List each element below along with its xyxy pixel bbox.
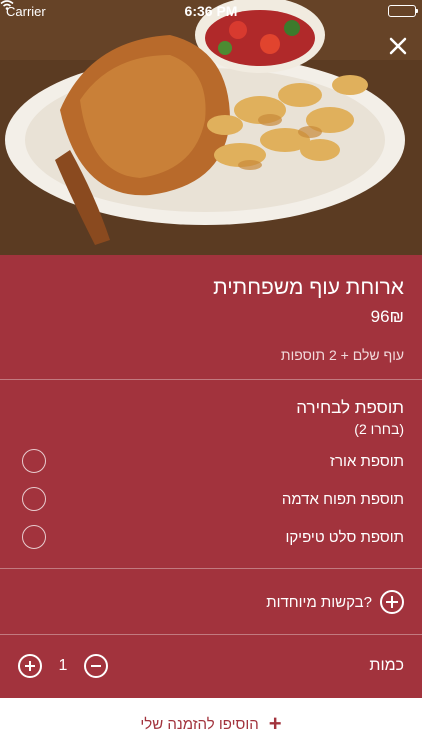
quantity-label: כמות — [369, 657, 404, 674]
decrease-quantity-button[interactable] — [84, 654, 108, 678]
increase-quantity-button[interactable] — [18, 654, 42, 678]
radio-button[interactable] — [22, 525, 46, 549]
addons-group: תוספת לבחירה (בחרו 2) — [18, 398, 404, 437]
quantity-value: 1 — [58, 657, 68, 674]
divider — [0, 379, 422, 380]
divider — [0, 568, 422, 569]
item-description: עוף שלם + 2 תוספות — [280, 347, 404, 363]
status-bar: Carrier 6:36 PM — [0, 0, 422, 22]
addon-option-label: תוספת אורז — [329, 452, 404, 470]
plus-icon: + — [268, 711, 282, 736]
divider — [0, 634, 422, 635]
close-icon — [389, 37, 407, 55]
wifi-icon — [0, 0, 14, 10]
addon-option-label: תוספת תפוח אדמה — [281, 490, 404, 508]
addon-option-salad[interactable]: תוספת סלט טיפיקו — [18, 523, 404, 551]
item-details: ארוחת עוף משפחתית 96₪ עוף שלם + 2 תוספות — [0, 255, 422, 363]
add-circle-icon — [380, 590, 404, 614]
addons-title: תוספת לבחירה — [296, 398, 404, 417]
addon-option-label: תוספת סלט טיפיקו — [285, 528, 404, 546]
hero-image: Carrier 6:36 PM — [0, 0, 422, 255]
add-to-order-label: הוסיפו להזמנה שלי — [140, 715, 259, 733]
add-to-order-button[interactable]: + הוסיפו להזמנה שלי — [0, 698, 422, 750]
special-requests-label: בקשות מיוחדות? — [266, 593, 372, 611]
addon-option-potato[interactable]: תוספת תפוח אדמה — [18, 485, 404, 513]
status-time: 6:36 PM — [184, 3, 238, 19]
addon-option-rice[interactable]: תוספת אורז — [18, 447, 404, 475]
food-photo — [0, 0, 422, 255]
quantity-row: כמות 1 — [18, 652, 404, 680]
item-title: ארוחת עוף משפחתית — [213, 276, 404, 299]
radio-button[interactable] — [22, 449, 46, 473]
quantity-stepper[interactable]: 1 — [18, 654, 108, 678]
special-requests-button[interactable]: בקשות מיוחדות? — [18, 588, 404, 616]
radio-button[interactable] — [22, 487, 46, 511]
addons-subtitle: (בחרו 2) — [354, 421, 404, 437]
carrier: Carrier — [0, 0, 46, 19]
battery-icon — [388, 5, 418, 17]
close-button[interactable] — [386, 34, 410, 58]
item-price: 96₪ — [370, 307, 404, 326]
